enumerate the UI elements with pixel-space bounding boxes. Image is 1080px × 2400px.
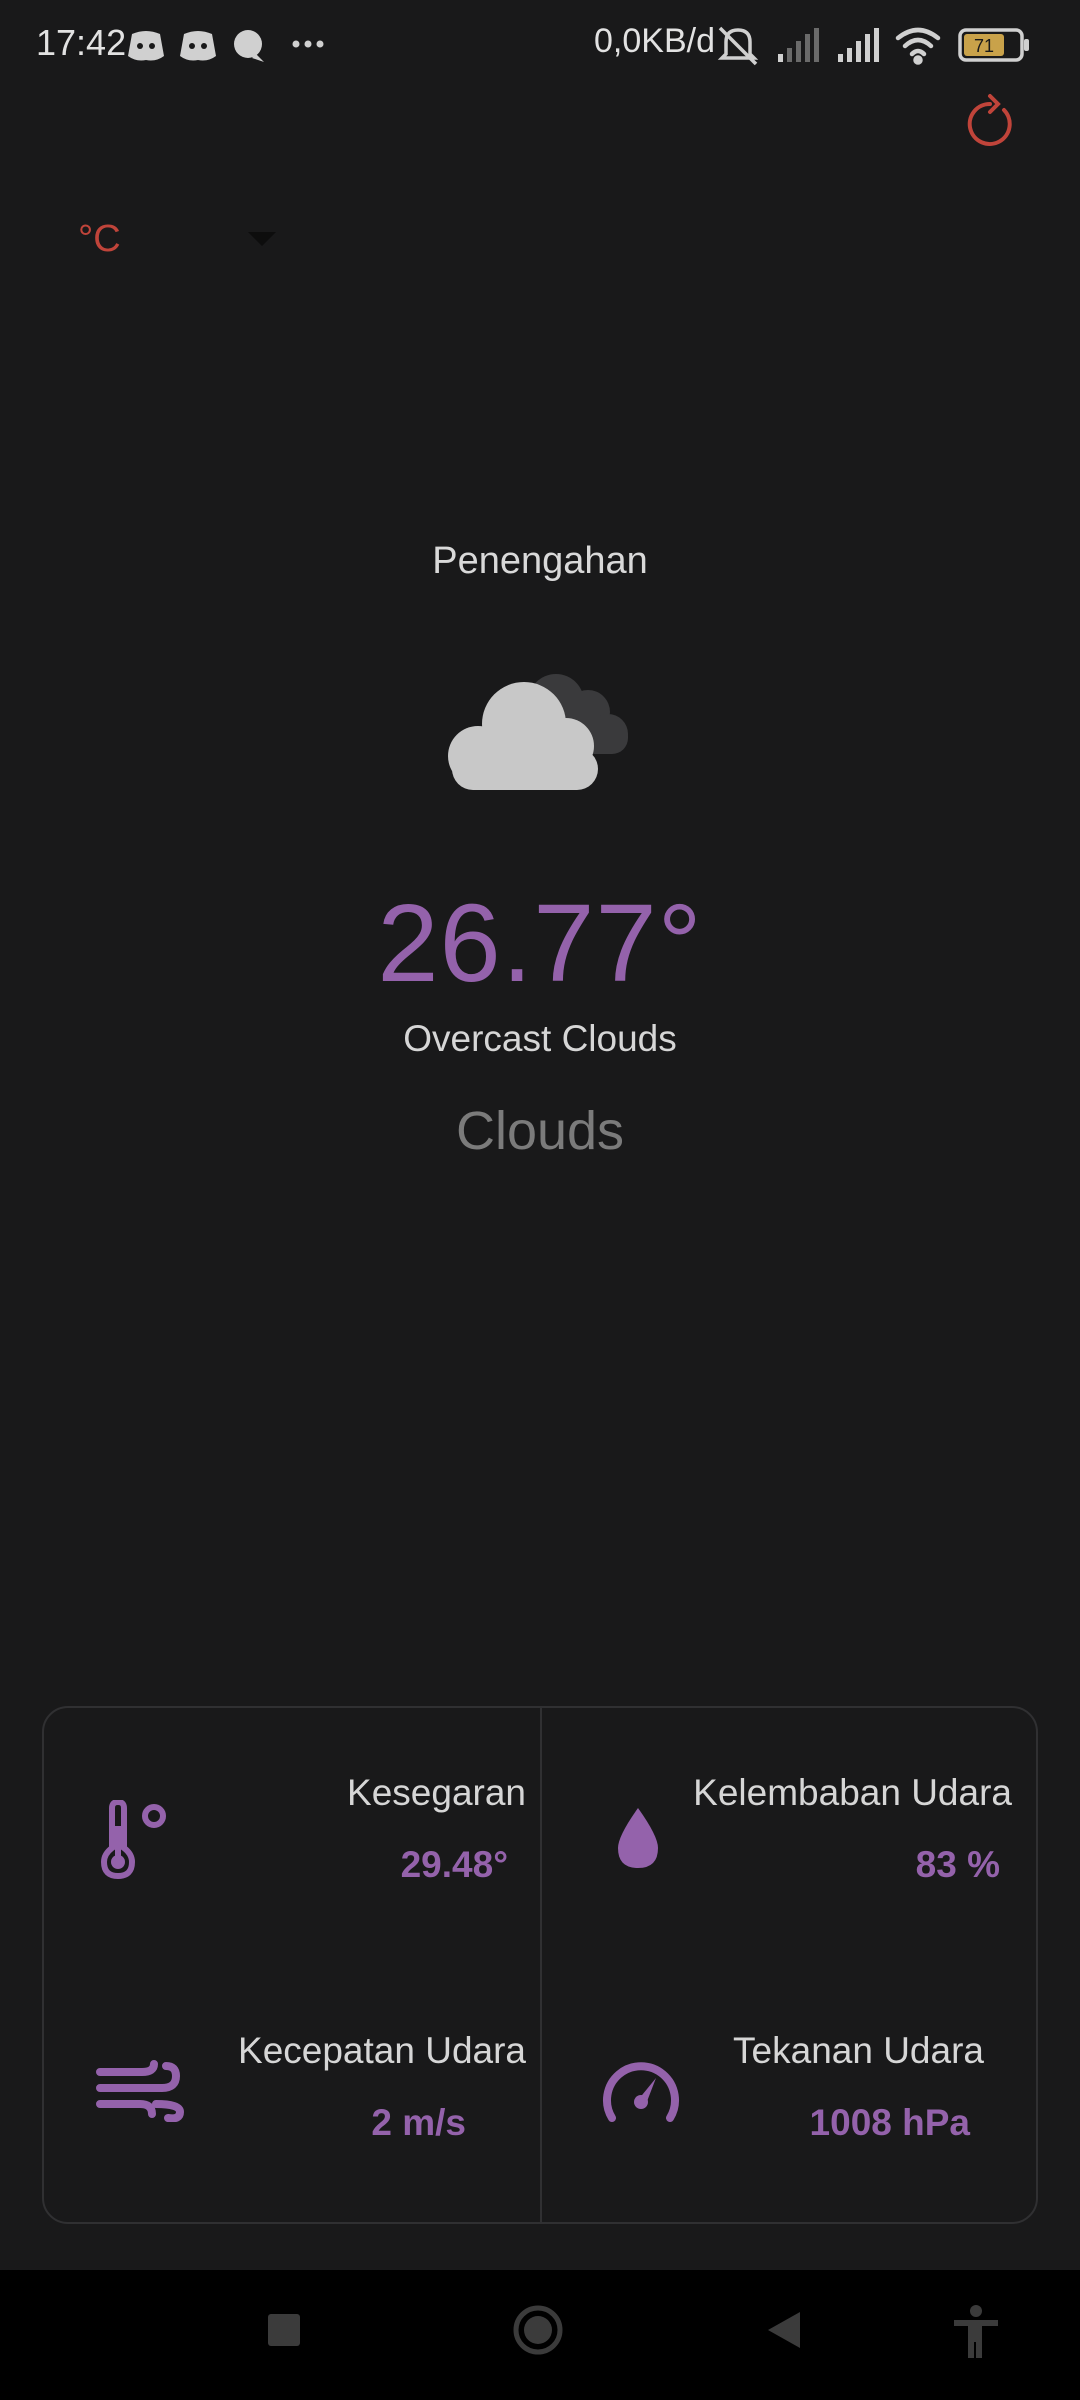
city-name: Penengahan [432,540,648,582]
weather-details-card: Kesegaran 29.48° Kelembaban Udara 83 % K… [42,1706,1038,2224]
signal-icon [838,28,879,62]
detail-value: 29.48° [400,1844,508,1885]
detail-label: Kelembaban Udara [693,1772,1012,1813]
detail-pressure: Tekanan Udara 1008 hPa [542,1966,1038,2222]
status-bar: 17:42 0,0KB/d 71 [0,0,1080,90]
battery-icon: 71 [958,28,1029,62]
weather-main: Clouds [455,1101,625,1161]
detail-label: Kecepatan Udara [238,2030,526,2071]
detail-humidity: Kelembaban Udara 83 % [542,1708,1038,1966]
back-icon[interactable] [766,2310,802,2350]
recents-icon[interactable] [266,2312,302,2348]
detail-value: 83 % [915,1844,1000,1885]
status-left-icons [128,30,324,62]
battery-level: 71 [974,36,994,56]
discord-icon [180,31,216,61]
detail-wind-speed: Kecepatan Udara 2 m/s [44,1966,540,2222]
chevron-down-icon [248,232,276,246]
status-right-icons: 71 [717,26,1029,66]
detail-label: Tekanan Udara [733,2030,984,2071]
detail-feels-like: Kesegaran 29.48° [44,1708,540,1966]
unit-dropdown[interactable]: °C [70,210,290,270]
navigation-bar [0,2270,1080,2400]
refresh-icon [967,94,1012,146]
weather-description: Overcast Clouds [403,1018,677,1059]
refresh-button[interactable] [960,88,1020,152]
accessibility-icon[interactable] [950,2304,1002,2360]
temperature: 26.77° [377,882,703,1005]
overcast-clouds-icon [448,674,628,790]
detail-label: Kesegaran [347,1772,526,1813]
home-icon[interactable] [512,2304,564,2356]
status-net-speed: 0,0KB/d [594,22,715,60]
chat-bubble-icon [234,30,264,62]
status-time: 17:42 [36,22,127,63]
more-dots-icon [292,40,324,48]
wifi-icon [895,27,941,65]
unit-selected-value: °C [78,218,121,260]
bell-off-icon [717,26,759,66]
detail-value: 1008 hPa [809,2102,970,2143]
discord-icon [128,31,164,61]
detail-value: 2 m/s [371,2102,466,2143]
signal-weak-icon [778,28,819,62]
